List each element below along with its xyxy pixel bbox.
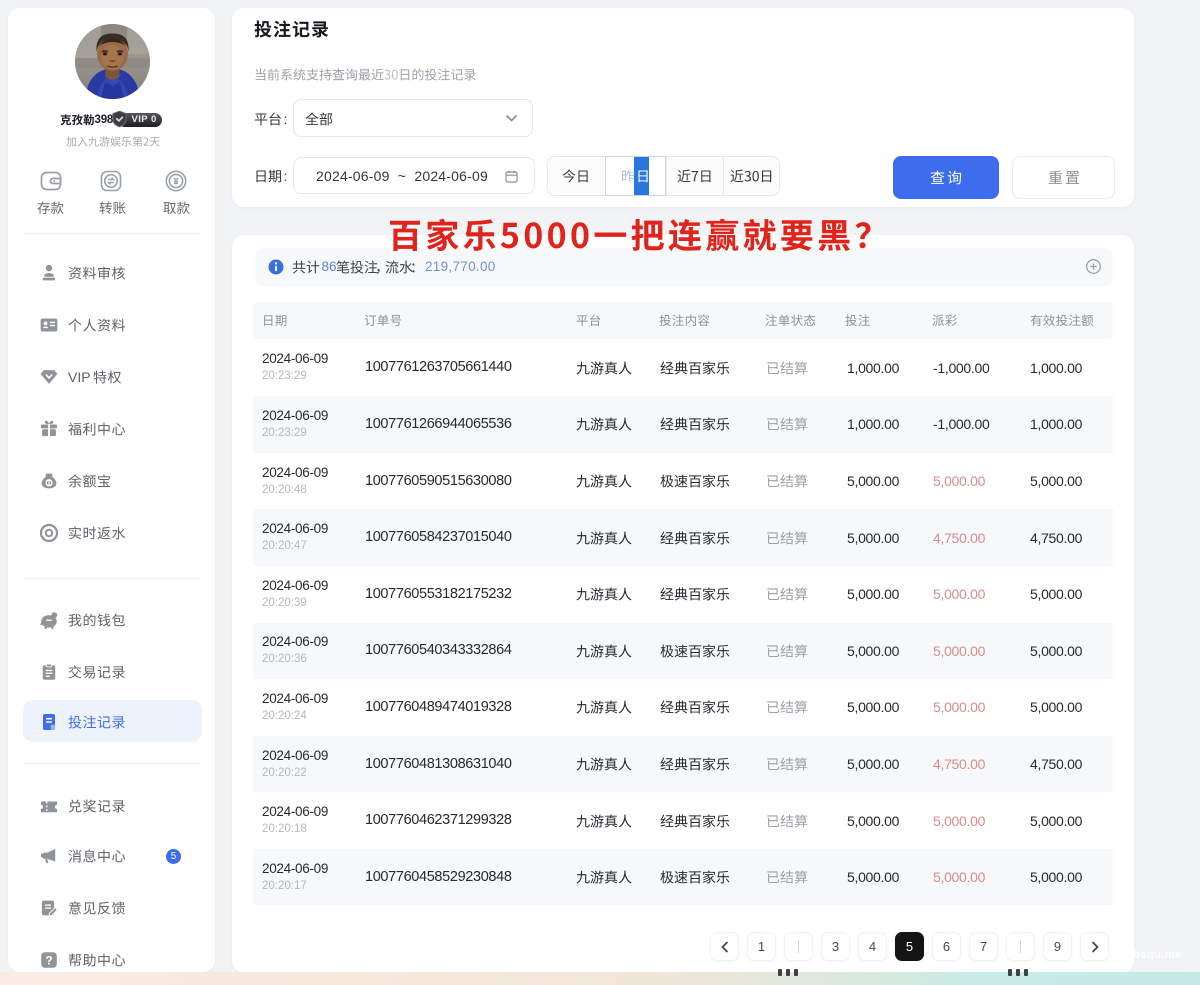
svg-text:?: ? [45, 954, 52, 967]
